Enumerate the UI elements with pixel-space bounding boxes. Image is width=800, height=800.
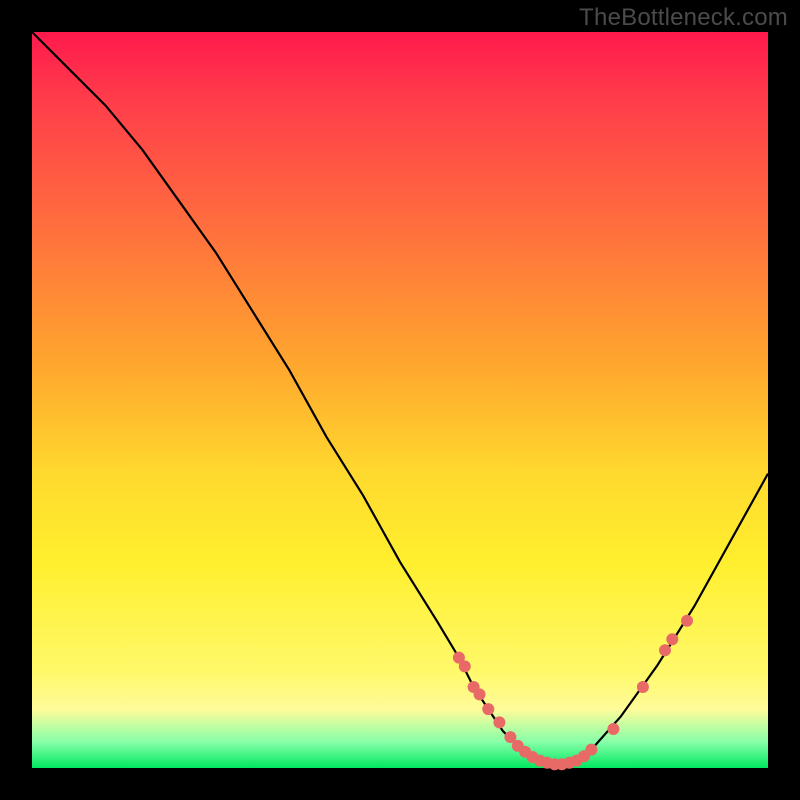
highlight-markers (453, 615, 693, 771)
highlight-marker (607, 723, 619, 735)
highlight-marker (681, 615, 693, 627)
chart-frame: TheBottleneck.com (0, 0, 800, 800)
watermark-text: TheBottleneck.com (579, 4, 788, 32)
bottleneck-curve (32, 32, 768, 764)
plot-area (32, 32, 768, 768)
highlight-marker (666, 633, 678, 645)
highlight-marker (459, 660, 471, 672)
highlight-marker (482, 703, 494, 715)
highlight-marker (493, 716, 505, 728)
highlight-marker (474, 688, 486, 700)
curve-layer (32, 32, 768, 768)
highlight-marker (659, 644, 671, 656)
highlight-marker (637, 681, 649, 693)
highlight-marker (585, 744, 597, 756)
